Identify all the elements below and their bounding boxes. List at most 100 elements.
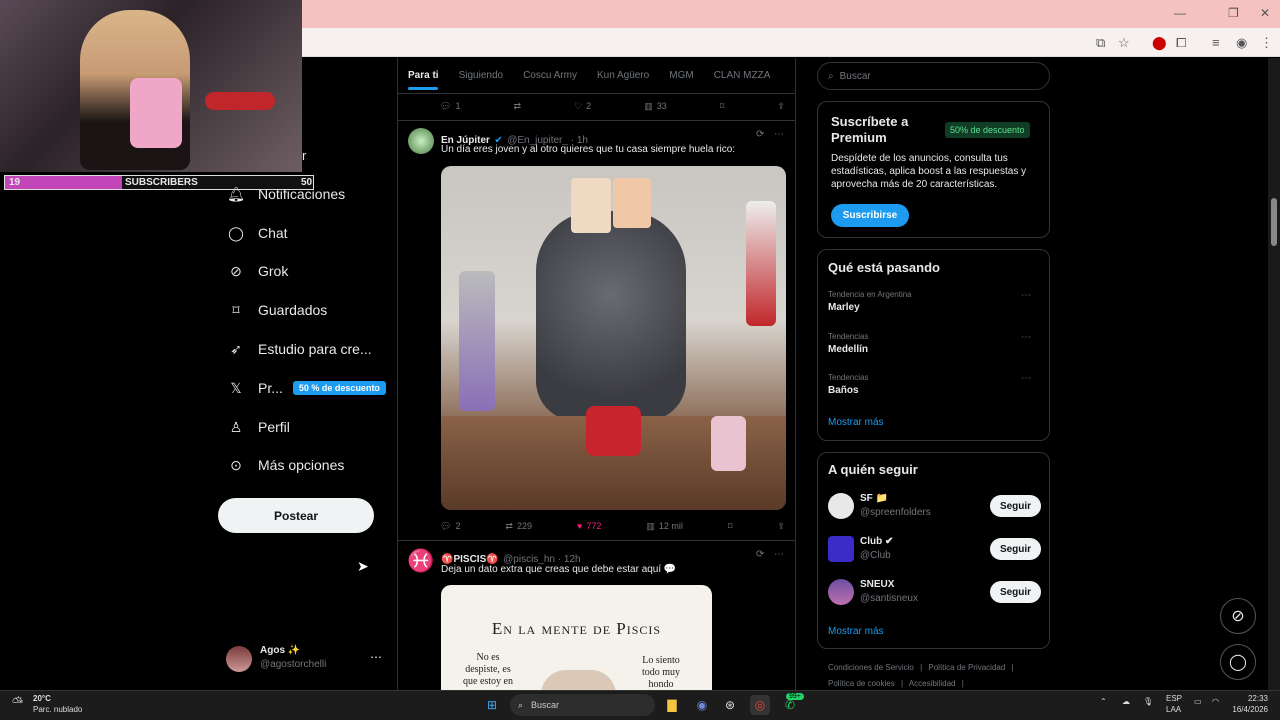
follow-handle: @spreenfolders bbox=[860, 507, 931, 518]
accessibility-link[interactable]: Accesibilidad bbox=[909, 679, 956, 688]
reply-button[interactable]: 💬︎ 2 bbox=[440, 521, 460, 532]
more-icon[interactable]: ⋯ bbox=[774, 549, 784, 560]
post-button[interactable]: Postear bbox=[218, 498, 374, 533]
minimize-button[interactable]: — bbox=[1174, 6, 1186, 20]
show-more-link[interactable]: Mostrar más bbox=[828, 417, 884, 428]
monitor-icon[interactable]: ▭ bbox=[1194, 697, 1202, 706]
red-candle-image bbox=[586, 406, 641, 456]
follow-suggestion[interactable]: SNEUX @santisneux Seguir bbox=[828, 577, 1041, 609]
tab-coscu-army[interactable]: Coscu Army bbox=[513, 70, 587, 81]
cookies-link[interactable]: Política de cookies bbox=[828, 679, 895, 688]
messages-fab-icon[interactable]: ◯ bbox=[1220, 644, 1256, 680]
follow-suggestion[interactable]: Club ✔ @Club Seguir bbox=[828, 534, 1041, 566]
avatar[interactable] bbox=[408, 128, 434, 154]
footer-links: Condiciones de Servicio | Política de Pr… bbox=[828, 663, 1014, 672]
clock-time[interactable]: 22:33 bbox=[1228, 694, 1268, 703]
rocket-icon: ➶ bbox=[230, 340, 242, 357]
maximize-button[interactable]: ❐ bbox=[1228, 6, 1239, 20]
nav-notifications[interactable]: 🔔︎ Notificaciones bbox=[227, 182, 346, 206]
more-icon[interactable]: ⋯ bbox=[1021, 332, 1031, 343]
scrollbar-thumb[interactable] bbox=[1271, 198, 1277, 246]
extension-icon[interactable]: ⬤ bbox=[1152, 35, 1167, 51]
more-icon[interactable]: ⋯ bbox=[1021, 373, 1031, 384]
puzzle-icon[interactable]: ⧠ bbox=[1176, 35, 1186, 51]
nav-profile[interactable]: ♙ Perfil bbox=[228, 415, 290, 439]
like-button[interactable]: ♥ 772 bbox=[577, 521, 601, 531]
trend-item[interactable]: Tendencias Baños ⋯ bbox=[828, 373, 1041, 403]
file-explorer-icon[interactable]: ▇ bbox=[662, 695, 682, 715]
more-icon[interactable]: ⋯ bbox=[1021, 290, 1031, 301]
weather-icon[interactable]: ⛅︎ bbox=[12, 694, 23, 711]
wifi-icon[interactable]: ◠ bbox=[1212, 697, 1219, 706]
tab-kun-aguero[interactable]: Kun Agüero bbox=[587, 70, 659, 81]
scrollbar[interactable] bbox=[1268, 58, 1280, 690]
grok-icon[interactable]: ⟳ bbox=[756, 549, 764, 560]
tweet-media-image[interactable]: En la mente de Piscis No es despiste, es… bbox=[441, 585, 712, 690]
nav-more-options[interactable]: ⊙ Más opciones bbox=[228, 453, 344, 477]
account-switcher[interactable]: Agos ✨ @agostorchelli ⋯ bbox=[226, 644, 386, 676]
kebab-menu-icon[interactable]: ⋮ bbox=[1260, 35, 1273, 51]
trend-name: Medellín bbox=[828, 344, 869, 355]
nav-grok[interactable]: ⊘ Grok bbox=[228, 259, 288, 283]
subscribe-button[interactable]: Suscribirse bbox=[831, 204, 909, 227]
chrome-icon[interactable]: ◎ bbox=[750, 695, 770, 715]
reading-list-icon[interactable]: ≡ bbox=[1212, 35, 1220, 50]
address-bar[interactable] bbox=[302, 28, 1280, 57]
trend-item[interactable]: Tendencias Medellín ⋯ bbox=[828, 332, 1041, 362]
tab-clan-mzza[interactable]: CLAN MZZA bbox=[704, 70, 781, 81]
view-count: 33 bbox=[656, 101, 667, 111]
share-button[interactable]: ⇪ bbox=[777, 521, 785, 532]
share-button[interactable]: ⇪ bbox=[777, 101, 785, 112]
follow-suggestion[interactable]: SF 📁 @spreenfolders Seguir bbox=[828, 491, 1041, 523]
chevron-up-icon[interactable]: ⌃ bbox=[1100, 697, 1107, 706]
account-name: Agos ✨ bbox=[260, 645, 301, 656]
tab-mgm[interactable]: MGM bbox=[659, 70, 703, 81]
language-indicator[interactable]: ESP bbox=[1166, 694, 1182, 703]
search-input[interactable]: ⌕ Buscar bbox=[817, 62, 1050, 90]
tweet-media-image[interactable] bbox=[441, 166, 786, 510]
bookmark-button[interactable]: ⌑ bbox=[728, 521, 733, 532]
network-icon[interactable]: ☁︎ bbox=[1122, 697, 1130, 706]
views-button[interactable]: ▥ 12 mil bbox=[646, 521, 683, 532]
grok-fab-icon[interactable]: ⊘ bbox=[1220, 598, 1256, 634]
microphone-icon[interactable]: 🎙︎ bbox=[1143, 697, 1153, 706]
weather-temp: 20°C bbox=[33, 694, 51, 703]
nav-chat[interactable]: ◯ Chat bbox=[228, 221, 287, 245]
more-icon[interactable]: ⋯ bbox=[370, 650, 382, 664]
views-button[interactable]: ▥ 33 bbox=[644, 101, 667, 112]
tab-for-you[interactable]: Para ti bbox=[398, 70, 449, 81]
grok-icon[interactable]: ⟳ bbox=[756, 129, 764, 140]
nav-creator-studio[interactable]: ➶ Estudio para cre... bbox=[228, 337, 372, 361]
bookmark-button[interactable]: ⌑ bbox=[720, 101, 725, 112]
terms-link[interactable]: Condiciones de Servicio bbox=[828, 663, 914, 672]
install-app-icon[interactable]: ⧉ bbox=[1096, 35, 1105, 51]
app-icon[interactable]: ⊛ bbox=[720, 695, 740, 715]
reply-count: 2 bbox=[455, 521, 461, 531]
repost-button[interactable]: ⇄ 229 bbox=[505, 521, 532, 532]
trend-item[interactable]: Tendencia en Argentina Marley ⋯ bbox=[828, 290, 1041, 320]
nav-premium[interactable]: 𝕏 Pr... 50 % de descuento bbox=[228, 376, 386, 400]
star-icon[interactable]: ☆ bbox=[1118, 35, 1130, 51]
profile-icon[interactable]: ◉ bbox=[1236, 35, 1247, 51]
follow-button[interactable]: Seguir bbox=[990, 538, 1041, 560]
clock-date[interactable]: 16/4/2026 bbox=[1222, 705, 1268, 714]
windows-start-icon[interactable]: ⊞ bbox=[482, 695, 502, 715]
active-tab-indicator bbox=[408, 87, 438, 90]
avatar[interactable]: ♓ bbox=[407, 548, 435, 574]
follow-button[interactable]: Seguir bbox=[990, 581, 1041, 603]
nav-label: Notificaciones bbox=[258, 186, 346, 202]
more-icon[interactable]: ⋯ bbox=[774, 129, 784, 140]
discord-icon[interactable]: ◉ bbox=[692, 695, 712, 715]
tab-following[interactable]: Siguiendo bbox=[449, 70, 513, 81]
subscriber-label: SUBSCRIBERS bbox=[125, 177, 198, 188]
taskbar-search-label: Buscar bbox=[531, 700, 560, 710]
like-button[interactable]: ♡ 2 bbox=[574, 101, 591, 112]
nav-bookmarks[interactable]: ⌑ Guardados bbox=[228, 298, 327, 322]
taskbar-search[interactable]: ⌕ Buscar bbox=[510, 694, 655, 716]
privacy-link[interactable]: Política de Privacidad bbox=[928, 663, 1005, 672]
reply-button[interactable]: 💬︎ 1 bbox=[440, 101, 460, 112]
close-window-button[interactable]: ✕ bbox=[1260, 6, 1270, 20]
show-more-link[interactable]: Mostrar más bbox=[828, 626, 884, 637]
follow-button[interactable]: Seguir bbox=[990, 495, 1041, 517]
repost-button[interactable]: ⇄ bbox=[513, 101, 521, 112]
